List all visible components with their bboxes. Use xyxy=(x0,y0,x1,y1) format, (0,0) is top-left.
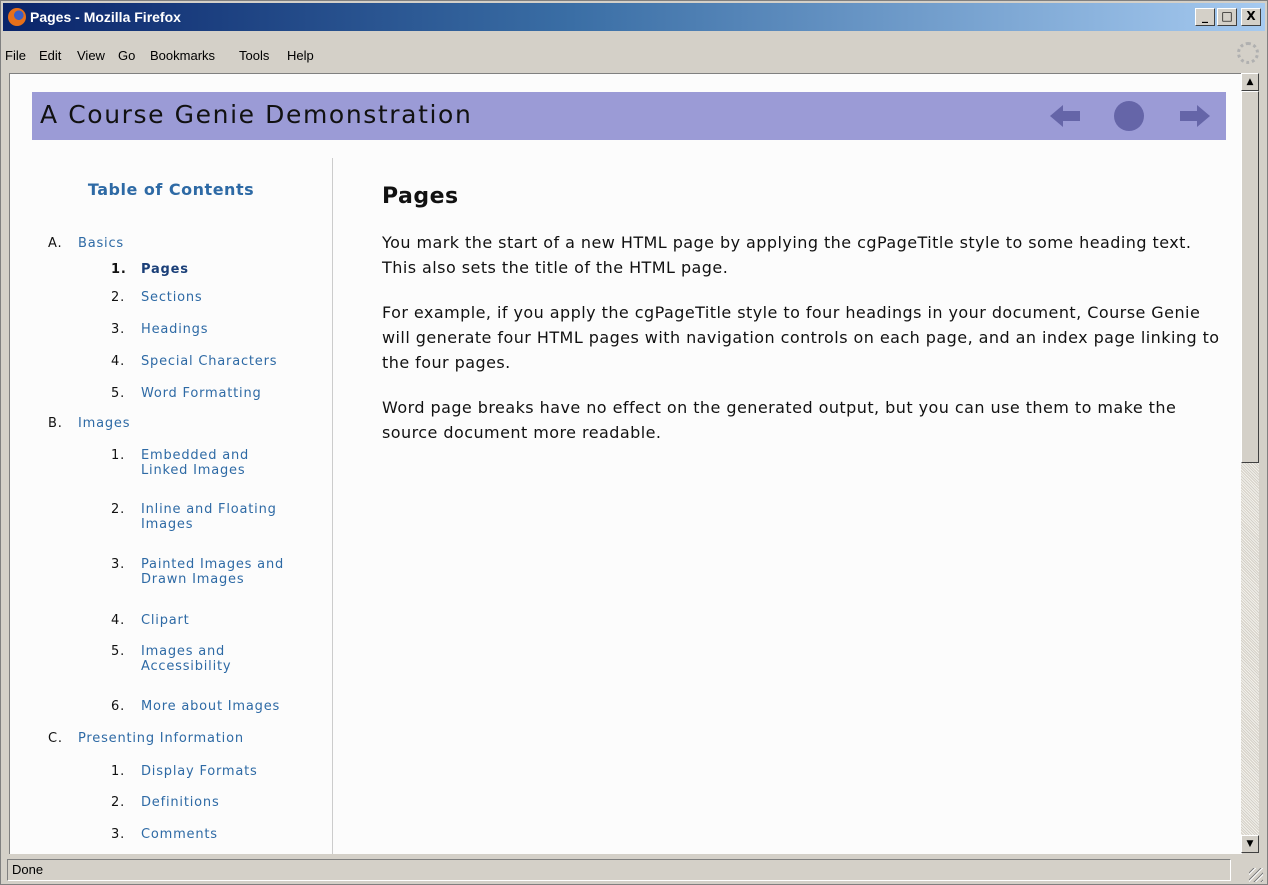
menu-edit[interactable]: Edit xyxy=(39,48,61,63)
toc-item-comments[interactable]: 3. Comments xyxy=(111,827,218,842)
toc-item-special-characters[interactable]: 4. Special Characters xyxy=(111,354,277,369)
toc-item-definitions[interactable]: 2. Definitions xyxy=(111,795,220,810)
page-title: Pages xyxy=(382,184,459,209)
menu-tools[interactable]: Tools xyxy=(239,48,269,63)
toc-section-basics[interactable]: A. Basics xyxy=(48,236,124,251)
throbber-icon xyxy=(1237,42,1259,64)
next-page-icon[interactable] xyxy=(1180,105,1210,127)
scroll-down-button[interactable]: ▼ xyxy=(1241,835,1259,853)
vertical-scrollbar[interactable]: ▲ ▼ xyxy=(1241,73,1259,853)
toc-item-clipart[interactable]: 4. Clipart xyxy=(111,613,190,628)
scroll-thumb[interactable] xyxy=(1241,91,1259,463)
window-title: Pages - Mozilla Firefox xyxy=(30,9,181,25)
toc-item-word-formatting[interactable]: 5. Word Formatting xyxy=(111,386,262,401)
close-button[interactable]: X xyxy=(1241,8,1261,26)
scroll-up-button[interactable]: ▲ xyxy=(1241,73,1259,91)
menu-view[interactable]: View xyxy=(77,48,105,63)
page-header: A Course Genie Demonstration xyxy=(32,92,1226,140)
toc-item-pages[interactable]: 1. Pages xyxy=(111,262,189,277)
page-header-title: A Course Genie Demonstration xyxy=(40,100,473,129)
title-bar[interactable]: Pages - Mozilla Firefox _ □ X xyxy=(3,3,1265,31)
paragraph-2: For example, if you apply the cgPageTitl… xyxy=(382,303,1220,372)
paragraph-3: Word page breaks have no effect on the g… xyxy=(382,398,1177,442)
toc-section-presenting-information[interactable]: C. Presenting Information xyxy=(48,731,244,746)
toc-section-images[interactable]: B. Images xyxy=(48,416,130,431)
previous-page-icon[interactable] xyxy=(1050,105,1080,127)
maximize-button[interactable]: □ xyxy=(1217,8,1237,26)
table-of-contents: Table of Contents A. Basics 1. Pages 2. Sec… xyxy=(10,158,333,854)
home-page-icon[interactable] xyxy=(1114,101,1144,131)
main-content: Pages You mark the start of a new HTML p… xyxy=(382,184,1222,445)
browser-window: Pages - Mozilla Firefox _ □ X File Edit … xyxy=(0,0,1268,885)
window-controls: _ □ X xyxy=(1195,8,1261,26)
toc-item-inline-floating-images[interactable]: 2. Inline and Floating Images xyxy=(111,502,277,532)
toc-item-headings[interactable]: 3. Headings xyxy=(111,322,208,337)
status-text: Done xyxy=(7,859,1231,881)
toc-item-sections[interactable]: 2. Sections xyxy=(111,290,202,305)
menu-help[interactable]: Help xyxy=(287,48,314,63)
toc-title: Table of Contents xyxy=(87,180,255,199)
toc-item-embedded-linked-images[interactable]: 1. Embedded and Linked Images xyxy=(111,448,249,478)
toc-item-images-accessibility[interactable]: 5. Images and Accessibility xyxy=(111,644,231,674)
toc-item-display-formats[interactable]: 1. Display Formats xyxy=(111,764,258,779)
toc-item-more-about-images[interactable]: 6. More about Images xyxy=(111,699,280,714)
paragraph-1: You mark the start of a new HTML page by… xyxy=(382,233,1192,277)
resize-grip-icon[interactable] xyxy=(1249,868,1263,882)
toc-item-painted-drawn-images[interactable]: 3. Painted Images and Drawn Images xyxy=(111,557,284,587)
menu-bookmarks[interactable]: Bookmarks xyxy=(150,48,215,63)
menu-file[interactable]: File xyxy=(5,48,26,63)
menu-go[interactable]: Go xyxy=(118,48,135,63)
status-bar: Done xyxy=(3,857,1265,884)
firefox-icon xyxy=(8,8,26,26)
minimize-button[interactable]: _ xyxy=(1195,8,1215,26)
page-viewport[interactable]: A Course Genie Demonstration Table of Co… xyxy=(9,73,1242,854)
menu-bar: File Edit View Go Bookmarks Tools Help xyxy=(3,35,1265,65)
